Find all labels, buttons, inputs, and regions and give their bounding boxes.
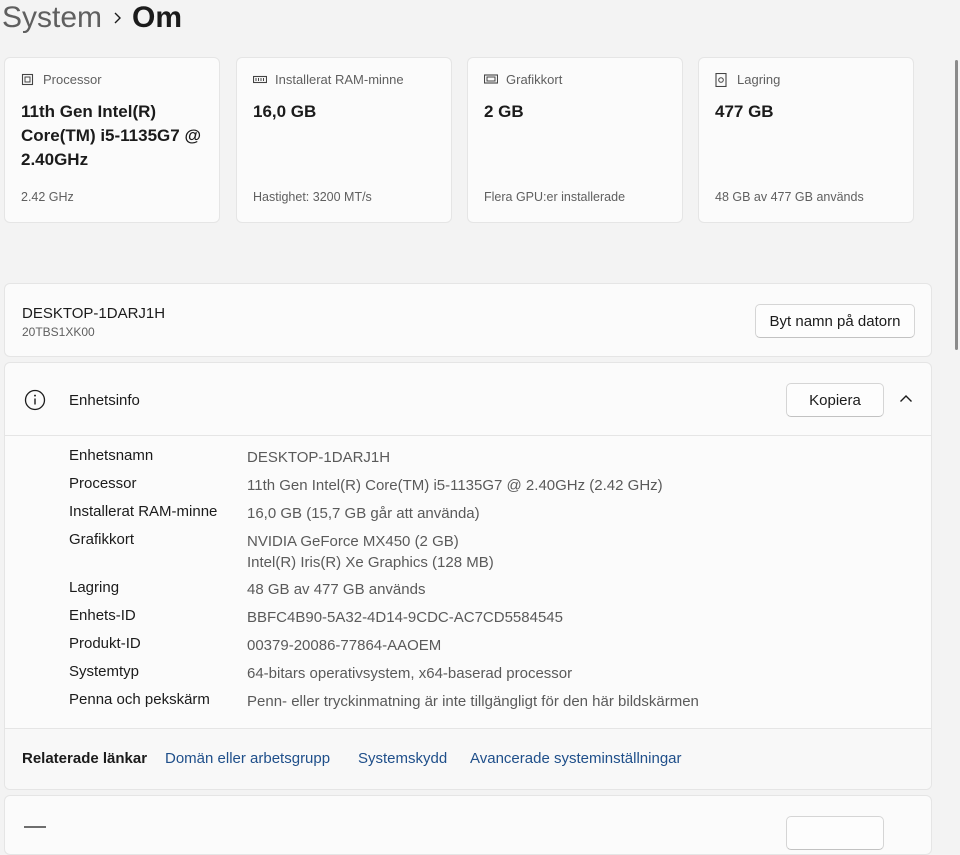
info-row-label: Systemtyp: [69, 663, 140, 680]
windows-specs-icon: [24, 820, 46, 838]
spec-sub: 2.42 GHz: [21, 190, 74, 204]
device-model: 20TBS1XK00: [22, 325, 95, 339]
link-domain-workgroup[interactable]: Domän eller arbetsgrupp: [165, 750, 330, 767]
next-settings-card[interactable]: [4, 795, 932, 855]
device-info-title: Enhetsinfo: [69, 392, 140, 409]
device-info-header[interactable]: Enhetsinfo Kopiera: [5, 363, 931, 436]
info-row-label: Produkt-ID: [69, 635, 141, 652]
info-icon: [24, 389, 46, 411]
storage-icon: [715, 72, 729, 87]
spec-label: Processor: [43, 72, 102, 87]
processor-icon: [21, 73, 35, 87]
related-links-label: Relaterade länkar: [22, 750, 148, 767]
scrollbar-thumb[interactable]: [955, 60, 958, 350]
spec-card-ram: Installerat RAM-minne 16,0 GB Hastighet:…: [236, 57, 452, 223]
breadcrumb: System Om: [2, 0, 182, 36]
spec-sub: Hastighet: 3200 MT/s: [253, 190, 372, 204]
spec-value: 16,0 GB: [253, 102, 317, 121]
info-row-label: Enhetsnamn: [69, 447, 154, 464]
next-card-button[interactable]: [786, 816, 884, 850]
spec-label: Grafikkort: [506, 72, 563, 87]
info-row-label: Penna och pekskärm: [69, 691, 210, 708]
info-row-label: Enhets-ID: [69, 607, 136, 624]
info-row-label: Lagring: [69, 579, 120, 596]
spec-card-storage: Lagring 477 GB 48 GB av 477 GB används: [698, 57, 914, 223]
spec-card-gpu: Grafikkort 2 GB Flera GPU:er installerad…: [467, 57, 683, 223]
info-row-value-secondary: Intel(R) Iris(R) Xe Graphics (128 MB): [247, 554, 494, 571]
info-row-value: DESKTOP-1DARJ1H: [247, 449, 391, 466]
info-row-value: NVIDIA GeForce MX450 (2 GB): [247, 533, 459, 550]
page-title: Om: [132, 1, 183, 34]
info-row-label: Processor: [69, 475, 137, 492]
spec-sub: Flera GPU:er installerade: [484, 190, 626, 204]
spec-sub: 48 GB av 477 GB används: [715, 190, 864, 204]
spec-value: 477 GB: [715, 102, 774, 121]
device-name: DESKTOP-1DARJ1H: [22, 305, 166, 322]
info-row-label: Grafikkort: [69, 531, 135, 548]
breadcrumb-parent[interactable]: System: [2, 0, 102, 36]
spec-value: 2 GB: [484, 102, 524, 121]
info-row-value: 00379-20086-77864-AAOEM: [247, 637, 442, 654]
link-system-protection[interactable]: Systemskydd: [358, 750, 447, 767]
info-row-value: 64-bitars operativsystem, x64-baserad pr…: [247, 665, 573, 682]
spec-card-processor: Processor 11th Gen Intel(R) Core(TM) i5-…: [4, 57, 220, 223]
spec-label: Installerat RAM-minne: [275, 72, 404, 87]
copy-button[interactable]: Kopiera: [786, 383, 884, 417]
device-info-panel: Enhetsinfo Kopiera Enhetsnamn DESKTOP-1D…: [4, 362, 932, 790]
ram-icon: [253, 73, 267, 87]
chevron-right-icon: [102, 0, 132, 36]
info-row-value: Penn- eller tryckinmatning är inte tillg…: [247, 693, 699, 710]
rename-pc-button[interactable]: Byt namn på datorn: [755, 304, 915, 338]
related-links-bar: Relaterade länkar Domän eller arbetsgrup…: [5, 728, 931, 789]
info-row-label: Installerat RAM-minne: [69, 503, 218, 520]
info-row-value: 16,0 GB (15,7 GB går att använda): [247, 505, 480, 522]
info-row-value: 48 GB av 477 GB används: [247, 581, 426, 598]
spec-label: Lagring: [737, 72, 781, 87]
chevron-up-icon[interactable]: [898, 391, 914, 407]
gpu-icon: [484, 73, 498, 87]
device-name-card: DESKTOP-1DARJ1H 20TBS1XK00 Byt namn på d…: [4, 283, 932, 357]
info-row-value: 11th Gen Intel(R) Core(TM) i5-1135G7 @ 2…: [247, 477, 663, 494]
info-row-value: BBFC4B90-5A32-4D14-9CDC-AC7CD5584545: [247, 609, 563, 626]
spec-value: 11th Gen Intel(R) Core(TM) i5-1135G7 @ 2…: [21, 102, 202, 169]
link-advanced-system-settings[interactable]: Avancerade systeminställningar: [470, 750, 682, 767]
